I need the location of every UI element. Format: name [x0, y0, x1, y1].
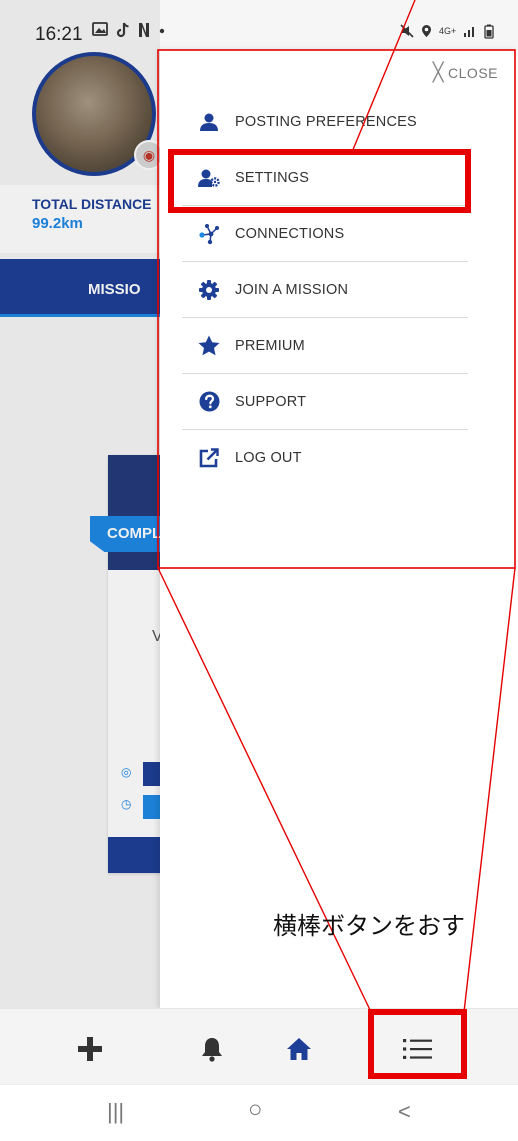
- status-bar: 16:21 4G+: [0, 0, 518, 62]
- menu-label: SUPPORT: [235, 393, 307, 410]
- question-icon: [198, 391, 220, 413]
- complete-ribbon: COMPL: [90, 516, 170, 552]
- tab-missions[interactable]: MISSIO: [0, 259, 160, 317]
- signal-icon: [464, 27, 475, 37]
- close-label: CLOSE: [448, 64, 498, 81]
- gallery-icon: [92, 22, 108, 36]
- mission-card-footer[interactable]: [108, 837, 168, 873]
- total-distance-label: TOTAL DISTANCE: [32, 196, 152, 212]
- dot-icon: [159, 28, 165, 34]
- recent-apps-button[interactable]: |||: [107, 1099, 124, 1125]
- total-distance-value: 99.2km: [32, 215, 83, 232]
- clock-icon: ◷: [121, 797, 132, 811]
- time-bar: [143, 795, 160, 819]
- menu-label: JOIN A MISSION: [235, 281, 349, 298]
- menu-item-connections[interactable]: CONNECTIONS: [182, 206, 468, 262]
- system-nav-bar: ||| ○ <: [0, 1084, 518, 1141]
- netflix-icon: [139, 23, 149, 37]
- star-icon: [198, 335, 220, 357]
- battery-icon: [484, 24, 494, 39]
- menu-list: POSTING PREFERENCES SETTINGS CONNECTIONS…: [182, 94, 468, 486]
- menu-label: POSTING PREFERENCES: [235, 113, 417, 130]
- drawer-menu: ╳ CLOSE POSTING PREFERENCES SETTINGS CON…: [160, 50, 518, 1008]
- screen: ◉ TOTAL DISTANCE 99.2km MISSIO COMPL V ◎…: [0, 0, 518, 1141]
- menu-label: PREMIUM: [235, 337, 305, 354]
- back-button[interactable]: <: [398, 1099, 411, 1125]
- close-button[interactable]: ╳ CLOSE: [433, 62, 498, 83]
- gear-icon: [198, 279, 220, 301]
- mute-icon: [400, 24, 414, 38]
- user-icon: [198, 111, 220, 133]
- external-link-icon: [198, 447, 220, 469]
- menu-list-icon[interactable]: [398, 1029, 438, 1069]
- connections-icon: [198, 223, 220, 245]
- menu-item-join-mission[interactable]: JOIN A MISSION: [182, 262, 468, 318]
- home-icon[interactable]: [279, 1029, 319, 1069]
- distance-bar: [143, 762, 160, 786]
- network-type: 4G+: [439, 26, 457, 36]
- close-icon[interactable]: ╳: [433, 62, 444, 83]
- location-icon: [422, 25, 431, 37]
- annotation-text: 横棒ボタンをおす: [273, 912, 465, 940]
- bell-icon[interactable]: [192, 1029, 232, 1069]
- menu-item-support[interactable]: SUPPORT: [182, 374, 468, 430]
- user-gear-icon: [198, 167, 220, 189]
- menu-item-posting-preferences[interactable]: POSTING PREFERENCES: [182, 94, 468, 150]
- menu-item-premium[interactable]: PREMIUM: [182, 318, 468, 374]
- plus-icon[interactable]: [70, 1029, 110, 1069]
- notification-icons: [92, 22, 166, 38]
- total-distance-panel: TOTAL DISTANCE 99.2km: [0, 185, 160, 253]
- location-pin-icon: ◎: [121, 765, 132, 779]
- system-home-button[interactable]: ○: [248, 1096, 263, 1124]
- status-time: 16:21: [35, 24, 83, 45]
- menu-label: SETTINGS: [235, 169, 310, 186]
- menu-label: CONNECTIONS: [235, 225, 345, 242]
- menu-label: LOG OUT: [235, 450, 302, 466]
- bottom-nav: [0, 1008, 518, 1084]
- tiktok-icon: [116, 22, 129, 38]
- system-status-icons: 4G+: [400, 24, 494, 39]
- mission-card-header: [108, 455, 168, 570]
- menu-item-log-out[interactable]: LOG OUT: [182, 430, 468, 486]
- menu-item-settings[interactable]: SETTINGS: [182, 150, 468, 206]
